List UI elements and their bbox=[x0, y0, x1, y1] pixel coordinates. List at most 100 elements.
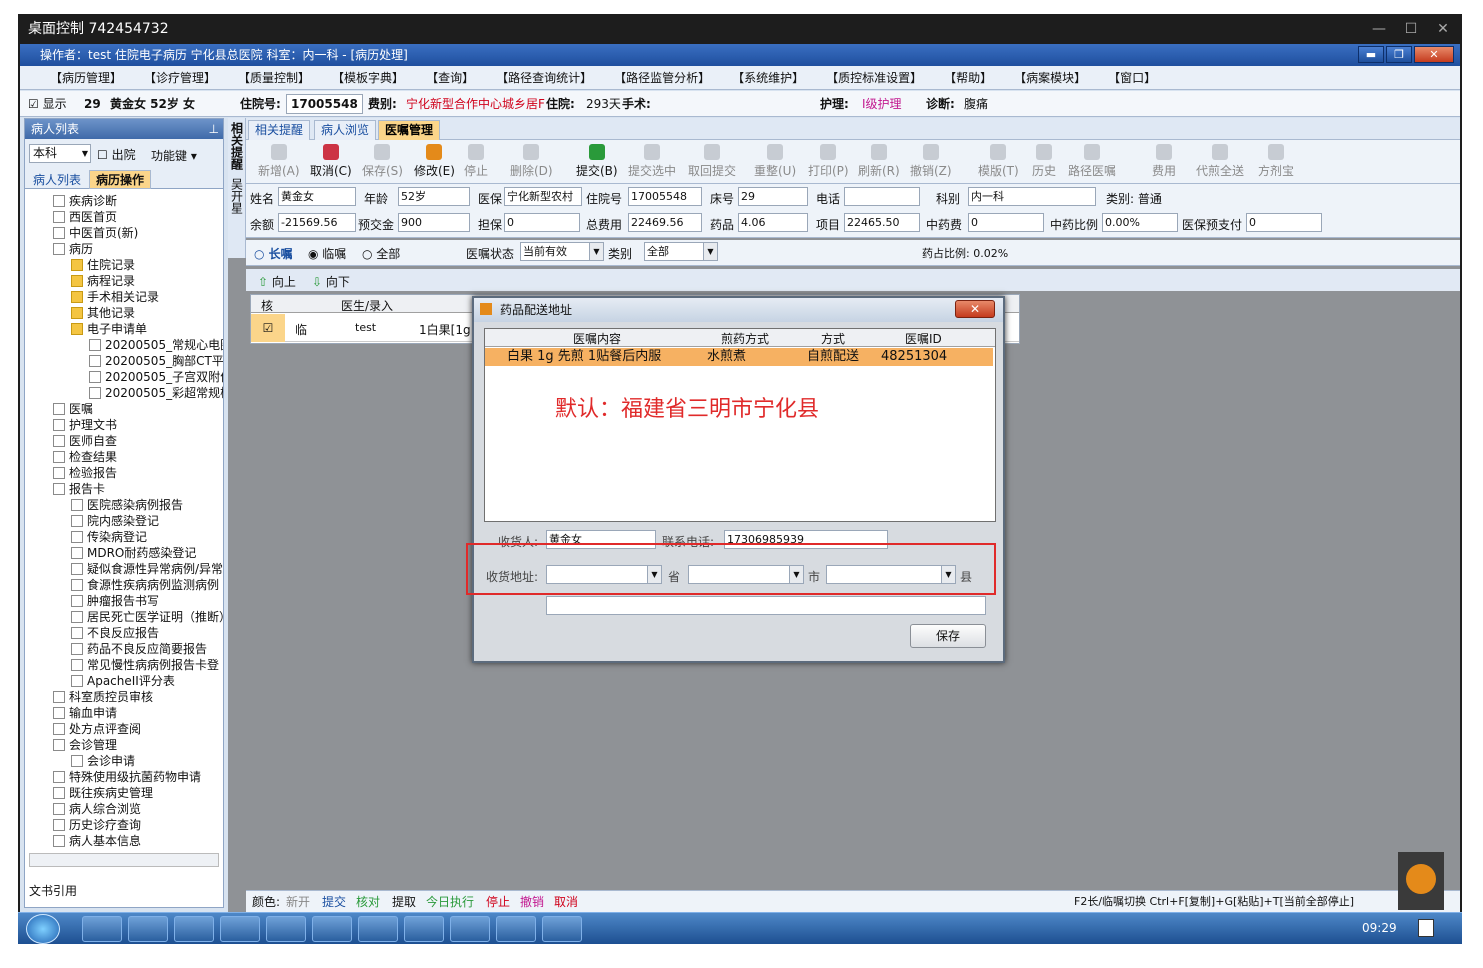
history-button[interactable]: 历史 bbox=[1032, 144, 1056, 179]
delete-button[interactable]: 删除(D) bbox=[510, 144, 553, 179]
tree-item[interactable]: 检查结果 bbox=[53, 449, 117, 465]
tree-item[interactable]: 常见慢性病病例报告卡登 bbox=[71, 657, 219, 673]
tree-item[interactable]: 住院记录 bbox=[71, 257, 135, 273]
taskbar-app-10[interactable] bbox=[496, 916, 536, 942]
tree-item[interactable]: ApacheII评分表 bbox=[71, 673, 175, 689]
taskbar-app-5[interactable] bbox=[266, 916, 306, 942]
dept-field[interactable]: 内一科 bbox=[968, 187, 1096, 206]
phone-field[interactable] bbox=[844, 187, 920, 206]
save-button[interactable]: 保存(S) bbox=[362, 144, 403, 179]
taskbar-app-1[interactable] bbox=[82, 916, 122, 942]
menu-item-help[interactable]: 【帮助】 bbox=[944, 69, 992, 86]
menu-item-window[interactable]: 【窗口】 bbox=[1108, 69, 1156, 86]
floating-tool-icon[interactable] bbox=[1398, 852, 1444, 910]
tree-item[interactable]: 院内感染登记 bbox=[71, 513, 159, 529]
tab-record-operation[interactable]: 病历操作 bbox=[89, 170, 152, 189]
taskbar-app-11[interactable] bbox=[542, 916, 582, 942]
tree-item[interactable]: 病历 bbox=[53, 241, 93, 257]
tcm-field[interactable]: 0 bbox=[968, 213, 1044, 232]
menu-item-query[interactable]: 【查询】 bbox=[426, 69, 474, 86]
dialog-save-button[interactable]: 保存 bbox=[910, 624, 986, 648]
doc-reference[interactable]: 文书引用 bbox=[29, 882, 77, 899]
stop-button[interactable]: 停止 bbox=[464, 144, 488, 179]
status-select[interactable]: 当前有效 ▼ bbox=[520, 242, 604, 261]
maximize-button[interactable]: ☐ bbox=[1396, 14, 1426, 44]
tab-patient-browse[interactable]: 病人浏览 bbox=[314, 120, 377, 140]
tree-item[interactable]: 会诊管理 bbox=[53, 737, 117, 753]
submit-selected-button[interactable]: 提交选中 bbox=[628, 144, 676, 179]
tree-item[interactable]: 20200505_常规心电图 bbox=[89, 337, 223, 353]
undo-button[interactable]: 撤销(Z) bbox=[910, 144, 952, 179]
minimize-button[interactable]: — bbox=[1364, 14, 1394, 44]
menu-item-template[interactable]: 【模板字典】 bbox=[332, 69, 404, 86]
path-order-button[interactable]: 路径医嘱 bbox=[1068, 144, 1116, 179]
tree-item[interactable]: 医师自查 bbox=[53, 433, 117, 449]
tree-item[interactable]: 20200505_彩超常规检 bbox=[89, 385, 223, 401]
insurance-field[interactable]: 宁化新型农村 bbox=[504, 187, 582, 206]
item-field[interactable]: 22465.50 bbox=[844, 213, 920, 232]
tab-patient-list[interactable]: 病人列表 bbox=[29, 171, 85, 188]
cancel-button[interactable]: 取消(C) bbox=[310, 144, 352, 179]
tree-item[interactable]: 20200505_胸部CT平扫 bbox=[89, 353, 223, 369]
print-button[interactable]: 打印(P) bbox=[808, 144, 849, 179]
inner-restore-button[interactable]: ❐ bbox=[1386, 46, 1412, 63]
close-button[interactable]: ✕ bbox=[1428, 14, 1458, 44]
tree-item[interactable]: 检验报告 bbox=[53, 465, 117, 481]
prepay-field[interactable]: 900 bbox=[398, 213, 470, 232]
tree-item[interactable]: 处方点评查阅 bbox=[53, 721, 141, 737]
discharged-checkbox[interactable]: ☐ 出院 bbox=[97, 146, 136, 163]
tree-item[interactable]: 护理文书 bbox=[53, 417, 117, 433]
province-select[interactable]: ▼ bbox=[546, 565, 662, 584]
menu-item-treatment[interactable]: 【诊疗管理】 bbox=[144, 69, 216, 86]
tab-order-management[interactable]: 医嘱管理 bbox=[378, 120, 441, 140]
retrieve-button[interactable]: 取回提交 bbox=[688, 144, 736, 179]
age-field[interactable]: 52岁 bbox=[398, 187, 470, 206]
menu-item-quality[interactable]: 【质量控制】 bbox=[238, 69, 310, 86]
taskbar-app-ie[interactable] bbox=[450, 916, 490, 942]
tree-item[interactable]: 不良反应报告 bbox=[71, 625, 159, 641]
show-desktop-icon[interactable] bbox=[1418, 919, 1434, 937]
dialog-close-button[interactable]: ✕ bbox=[955, 300, 995, 318]
tree-item[interactable]: 医嘱 bbox=[53, 401, 93, 417]
menu-item-record[interactable]: 【病历管理】 bbox=[50, 69, 122, 86]
drug-field[interactable]: 4.06 bbox=[738, 213, 808, 232]
tree-item[interactable]: 电子申请单 bbox=[71, 321, 147, 337]
tab-reminders[interactable]: 相关提醒 bbox=[248, 120, 311, 140]
menu-item-path-stats[interactable]: 【路径查询统计】 bbox=[496, 69, 592, 86]
menu-item-path-monitor[interactable]: 【路径监管分析】 bbox=[614, 69, 710, 86]
taskbar-app-chrome[interactable] bbox=[128, 916, 168, 942]
tree-item[interactable]: 输血申请 bbox=[53, 705, 117, 721]
horizontal-scrollbar[interactable] bbox=[29, 853, 219, 867]
reorganize-button[interactable]: 重整(U) bbox=[754, 144, 796, 179]
address-detail-input[interactable] bbox=[546, 596, 986, 615]
bed-field[interactable]: 29 bbox=[738, 187, 808, 206]
reminder-strip[interactable]: 相关提醒 吴开星 bbox=[228, 118, 246, 258]
long-order-radio[interactable]: ○ 长嘱 bbox=[254, 245, 293, 262]
add-button[interactable]: 新增(A) bbox=[258, 144, 300, 179]
template-button[interactable]: 模版(T) bbox=[978, 144, 1019, 179]
show-checkbox[interactable]: ☑ 显示 bbox=[28, 91, 67, 117]
pin-icon[interactable]: ⊥ bbox=[209, 119, 219, 139]
taskbar-app-7[interactable] bbox=[358, 916, 398, 942]
formula-button[interactable]: 方剂宝 bbox=[1258, 144, 1294, 179]
taskbar-app-6[interactable] bbox=[312, 916, 352, 942]
inner-close-button[interactable]: ✕ bbox=[1414, 46, 1454, 63]
tree-item[interactable]: 居民死亡医学证明（推断） bbox=[71, 609, 223, 625]
tree-item[interactable]: 肿瘤报告书写 bbox=[71, 593, 159, 609]
taskbar-app-3[interactable] bbox=[174, 916, 214, 942]
row-checkbox[interactable]: ☑ bbox=[251, 314, 285, 342]
tree-item[interactable]: 历史诊疗查询 bbox=[53, 817, 141, 833]
tree-item[interactable]: 20200505_子宫双附件 bbox=[89, 369, 223, 385]
type-select[interactable]: 全部 ▼ bbox=[644, 242, 718, 261]
move-down-button[interactable]: ⇩ 向下 bbox=[312, 273, 350, 290]
tree-item[interactable]: 报告卡 bbox=[53, 481, 105, 497]
tree-item[interactable]: 食源性疾病病例监测病例 bbox=[71, 577, 219, 593]
tree-item[interactable]: 会诊申请 bbox=[71, 753, 135, 769]
start-button[interactable] bbox=[26, 914, 60, 944]
tree-item[interactable]: 手术相关记录 bbox=[71, 289, 159, 305]
tree-item[interactable]: 病人基本信息 bbox=[53, 833, 141, 849]
fee-button[interactable]: 费用 bbox=[1152, 144, 1176, 179]
total-field[interactable]: 22469.56 bbox=[628, 213, 702, 232]
county-select[interactable]: ▼ bbox=[826, 565, 956, 584]
table-row[interactable]: 白果 1g 先煎 1贴餐后内服 水煎煮 自煎配送 48251304 bbox=[485, 348, 993, 366]
